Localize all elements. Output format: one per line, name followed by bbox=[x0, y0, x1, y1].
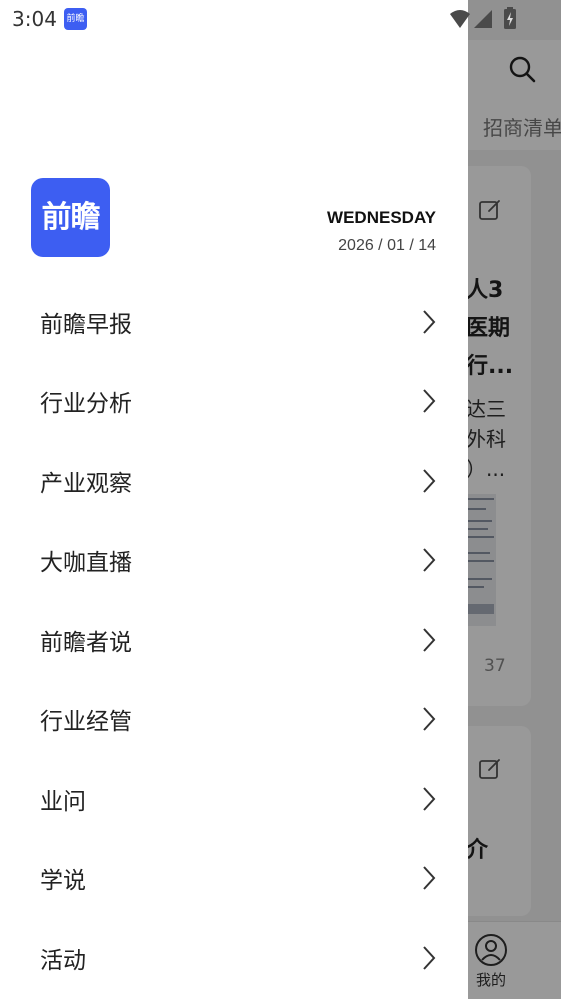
menu-item-industry-management[interactable]: 行业经管 bbox=[0, 680, 468, 760]
navigation-drawer: 前瞻 WEDNESDAY 2026 / 01 / 14 前瞻早报 行业分析 产业… bbox=[0, 0, 468, 999]
menu-item-expert-live[interactable]: 大咖直播 bbox=[0, 521, 468, 601]
menu-item-label: 学说 bbox=[40, 868, 86, 895]
menu-item-theories[interactable]: 学说 bbox=[0, 839, 468, 919]
menu-item-speakers[interactable]: 前瞻者说 bbox=[0, 600, 468, 680]
menu-item-label: 行业经管 bbox=[40, 709, 132, 736]
screen: 招商清单 人3 医期 行... 达三 外科 ）... 37 介 我的 前瞻 WE… bbox=[0, 0, 561, 999]
menu-item-industry-observation[interactable]: 产业观察 bbox=[0, 441, 468, 521]
chevron-right-icon bbox=[423, 389, 436, 413]
notification-app-icon: 前瞻 bbox=[64, 8, 87, 30]
menu-item-label: 产业观察 bbox=[40, 470, 132, 497]
menu-item-morning-report[interactable]: 前瞻早报 bbox=[0, 282, 468, 362]
chevron-right-icon bbox=[423, 946, 436, 970]
chevron-right-icon bbox=[423, 310, 436, 334]
status-bar: 3:04 前瞻 bbox=[0, 0, 468, 40]
menu-item-label: 活动 bbox=[40, 947, 86, 974]
chevron-right-icon bbox=[423, 707, 436, 731]
menu-item-label: 大咖直播 bbox=[40, 550, 132, 577]
chevron-right-icon bbox=[423, 548, 436, 572]
menu-item-industry-analysis[interactable]: 行业分析 bbox=[0, 362, 468, 442]
menu-item-events[interactable]: 活动 bbox=[0, 918, 468, 998]
chevron-right-icon bbox=[423, 787, 436, 811]
status-time: 3:04 bbox=[12, 7, 57, 31]
menu-item-label: 前瞻者说 bbox=[40, 629, 132, 656]
drawer-menu: 前瞻早报 行业分析 产业观察 大咖直播 前瞻者说 行业经管 业问 学说 活动 bbox=[0, 282, 468, 998]
menu-item-label: 业问 bbox=[40, 788, 86, 815]
chevron-right-icon bbox=[423, 628, 436, 652]
date-label: 2026 / 01 / 14 bbox=[338, 237, 436, 254]
menu-item-label: 行业分析 bbox=[40, 391, 132, 418]
wifi-icon bbox=[450, 10, 470, 28]
chevron-right-icon bbox=[423, 866, 436, 890]
app-logo: 前瞻 bbox=[31, 178, 110, 257]
chevron-right-icon bbox=[423, 469, 436, 493]
menu-item-questions[interactable]: 业问 bbox=[0, 759, 468, 839]
weekday-label: WEDNESDAY bbox=[327, 208, 436, 227]
menu-item-label: 前瞻早报 bbox=[40, 311, 132, 338]
signal-icon bbox=[474, 10, 492, 28]
battery-icon bbox=[504, 7, 516, 29]
status-icons bbox=[450, 7, 516, 29]
